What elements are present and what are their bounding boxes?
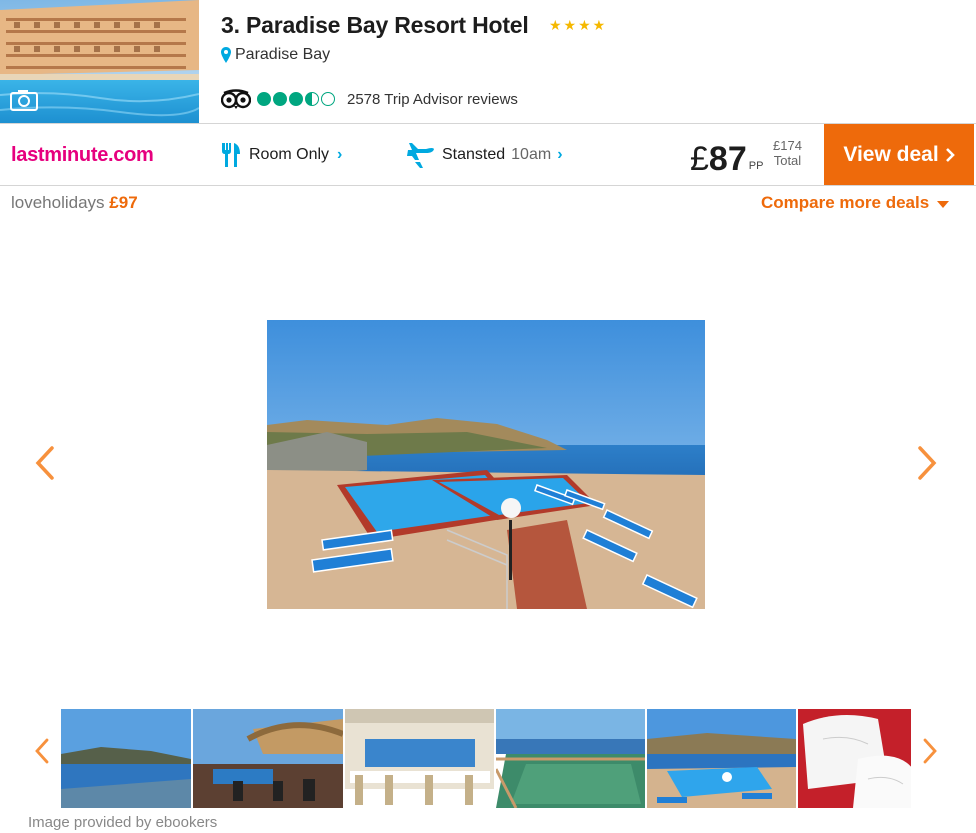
chevron-right-icon: ›: [337, 146, 343, 163]
rating-bubble: [289, 92, 303, 106]
departure-airport: Stansted: [442, 146, 506, 163]
gallery-prev-button[interactable]: [34, 444, 56, 482]
hotel-header: 3. Paradise Bay Resort Hotel ★★★★ Paradi…: [0, 0, 976, 124]
star-rating: ★★★★: [549, 17, 608, 33]
flight-info[interactable]: Stansted 10am ›: [406, 142, 563, 168]
gallery-thumbnail[interactable]: [193, 709, 343, 808]
price-currency: £: [690, 140, 709, 178]
deal-bar: lastminute.com Room Only › Stansted 10am…: [0, 123, 976, 186]
view-deal-button[interactable]: View deal: [824, 124, 974, 185]
rating-bubble: [321, 92, 335, 106]
alternative-provider: loveholidays: [11, 193, 105, 212]
chevron-right-icon: ›: [557, 146, 563, 163]
thumbs-prev-button[interactable]: [34, 737, 50, 765]
hotel-location[interactable]: Paradise Bay: [221, 46, 330, 64]
plane-icon: [407, 143, 434, 168]
gallery-thumbnail[interactable]: [345, 709, 494, 808]
alternative-deal[interactable]: loveholidays £97: [11, 193, 138, 213]
price-unit: PP: [748, 160, 764, 172]
map-pin-icon: [221, 47, 231, 63]
chevron-right-icon: [923, 738, 937, 764]
board-label: Room Only: [249, 146, 330, 163]
location-label: Paradise Bay: [235, 46, 331, 63]
camera-icon[interactable]: [10, 89, 38, 111]
rating-bubble: [273, 92, 287, 106]
tripadvisor-rating[interactable]: 2578 Trip Advisor reviews: [221, 89, 518, 109]
view-deal-label: View deal: [843, 142, 939, 166]
chevron-right-icon: [918, 446, 937, 480]
total-price-value: £174: [773, 138, 802, 153]
chevron-right-icon: [945, 147, 955, 162]
review-count[interactable]: 2578 Trip Advisor reviews: [347, 91, 518, 108]
compare-label: Compare more deals: [761, 193, 930, 212]
provider-logo[interactable]: lastminute.com: [11, 144, 154, 167]
departure-time: 10am: [511, 146, 552, 163]
rating-bubbles: [257, 92, 335, 106]
compare-more-deals-button[interactable]: Compare more deals: [761, 193, 950, 213]
gallery-thumbnail[interactable]: [798, 709, 911, 808]
gallery-thumbnail[interactable]: [647, 709, 796, 808]
chevron-left-icon: [35, 738, 49, 764]
price-amount: 87: [708, 140, 747, 178]
chevron-left-icon: [35, 446, 54, 480]
gallery-next-button[interactable]: [916, 444, 938, 482]
image-credit: Image provided by ebookers: [28, 814, 218, 831]
rating-bubble: [305, 92, 319, 106]
tripadvisor-owl-icon: [221, 89, 251, 109]
main-gallery-image: [267, 320, 705, 609]
gallery-thumbnail[interactable]: [496, 709, 645, 808]
total-price-label: Total: [773, 153, 802, 168]
thumbnail-strip: [61, 709, 911, 808]
hotel-thumbnail[interactable]: [0, 0, 199, 124]
alternative-price: £97: [109, 193, 138, 212]
price-per-person: £ 87 PP: [690, 134, 763, 178]
thumbs-next-button[interactable]: [922, 737, 938, 765]
total-price: £174 Total: [773, 138, 802, 168]
caret-down-icon: [937, 200, 950, 208]
rating-bubble: [257, 92, 271, 106]
hotel-title[interactable]: 3. Paradise Bay Resort Hotel: [221, 12, 529, 39]
board-basis[interactable]: Room Only ›: [221, 142, 342, 168]
gallery-thumbnail[interactable]: [61, 709, 191, 808]
fork-knife-icon: [222, 143, 240, 167]
